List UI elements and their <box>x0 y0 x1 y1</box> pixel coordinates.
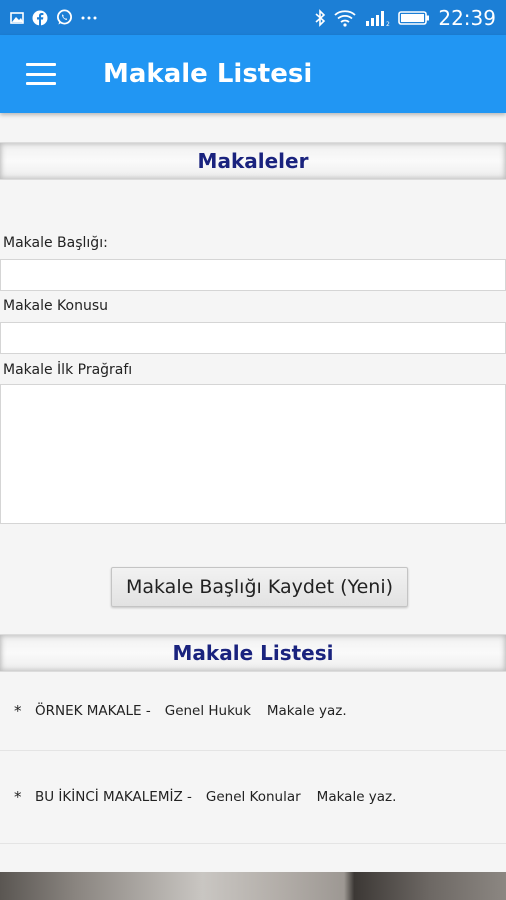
signal-icon: 2 <box>364 9 390 27</box>
app-bar: Makale Listesi <box>0 35 506 113</box>
list-bullet: * <box>14 702 22 720</box>
status-left-icons <box>10 9 97 26</box>
whatsapp-icon <box>56 9 73 26</box>
list-item-topic: Genel Hukuk <box>164 703 251 719</box>
list-item-title: BU İKİNCİ MAKALEMİZ - <box>35 789 192 805</box>
bottom-photo-strip <box>0 872 506 900</box>
image-icon <box>10 11 24 25</box>
battery-icon <box>398 10 430 26</box>
article-list-section-header: Makale Listesi <box>0 634 506 672</box>
status-bar: 2 22:39 <box>0 0 506 35</box>
write-article-link[interactable]: Makale yaz. <box>267 703 347 719</box>
facebook-icon <box>32 10 48 26</box>
bluetooth-icon <box>314 8 326 27</box>
list-bullet: * <box>14 788 22 806</box>
makaleler-section-title: Makaleler <box>197 149 309 173</box>
status-right-icons: 2 22:39 <box>314 6 496 30</box>
article-topic-input[interactable] <box>0 322 506 354</box>
list-item-topic: Genel Konular <box>205 789 301 805</box>
article-list-section-title: Makale Listesi <box>172 641 334 665</box>
article-title-input[interactable] <box>0 259 506 291</box>
hamburger-menu-icon[interactable] <box>26 63 56 85</box>
write-article-link[interactable]: Makale yaz. <box>317 789 397 805</box>
svg-text:2: 2 <box>386 21 390 27</box>
makaleler-section-header: Makaleler <box>0 142 506 180</box>
list-item: * ÖRNEK MAKALE - Genel Hukuk Makale yaz. <box>0 672 506 751</box>
article-paragraph-label: Makale İlk Prağrafı <box>3 362 133 378</box>
article-paragraph-textarea[interactable] <box>0 384 506 524</box>
list-item-title: ÖRNEK MAKALE - <box>35 703 151 719</box>
status-time: 22:39 <box>438 5 496 30</box>
page-title: Makale Listesi <box>103 59 313 89</box>
article-title-label: Makale Başlığı: <box>3 235 108 251</box>
more-dots-icon <box>81 15 97 21</box>
wifi-icon <box>334 9 356 27</box>
save-article-button[interactable]: Makale Başlığı Kaydet (Yeni) <box>111 567 408 607</box>
list-item: * BU İKİNCİ MAKALEMİZ - Genel Konular Ma… <box>0 751 506 844</box>
article-topic-label: Makale Konusu <box>3 298 109 314</box>
